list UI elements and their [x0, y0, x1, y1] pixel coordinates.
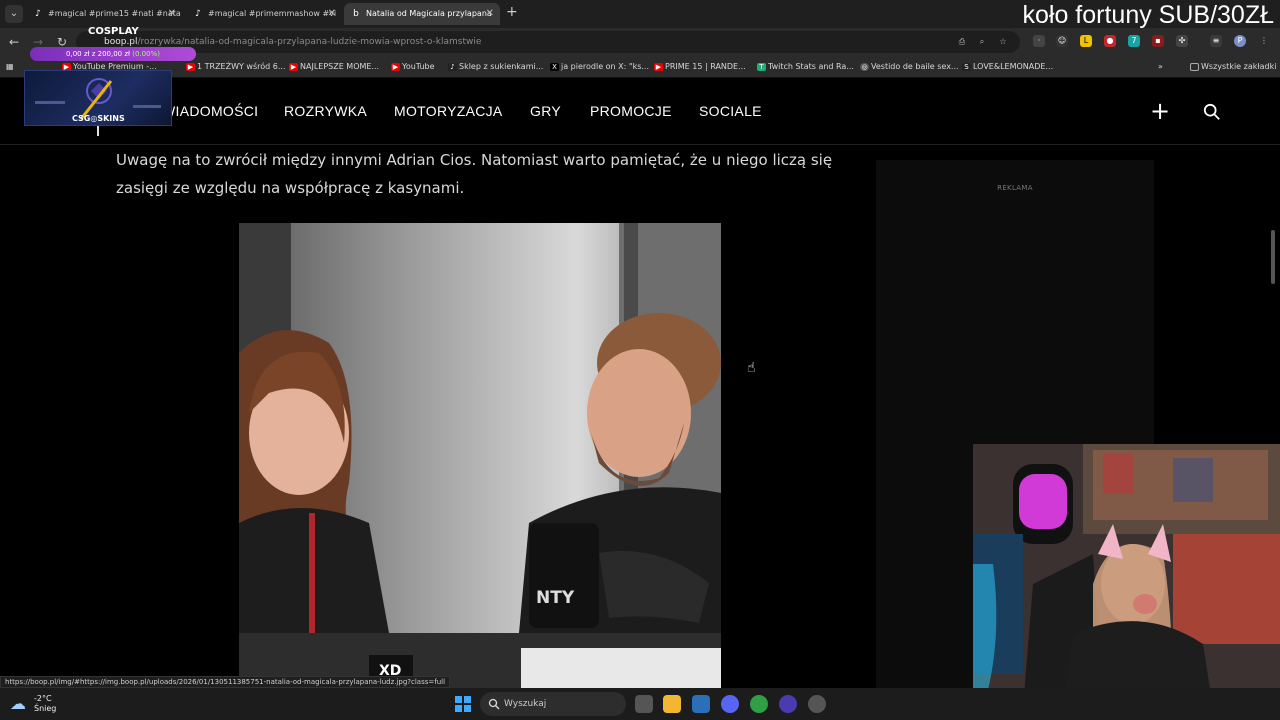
windows-taskbar: ☁ -2°C Śnieg Wyszukaj	[0, 688, 1280, 720]
bookmark-item[interactable]: ▶ 1 TRZEŹWY wśród 6...	[186, 56, 286, 78]
search-icon	[488, 698, 500, 710]
bookmark-item[interactable]: ▶ NAJLEPSZE MOME...	[289, 56, 379, 78]
back-arrow-icon[interactable]: ←	[6, 34, 22, 50]
wheel-of-fortune-overlay: koło fortuny SUB/30ZŁ	[1022, 1, 1274, 29]
extensions-puzzle-icon[interactable]: ✣	[1176, 35, 1188, 47]
nav-promocje[interactable]: PROMOCJE	[590, 103, 672, 119]
more-bookmarks-chevron-icon[interactable]: »	[1158, 56, 1163, 78]
menu-icon[interactable]: ⋮	[1258, 35, 1270, 47]
nav-wiadomosci[interactable]: WIADOMOŚCI	[162, 103, 258, 119]
file-explorer-icon[interactable]	[663, 695, 681, 713]
bookmark-star-icon[interactable]: ☆	[997, 36, 1009, 48]
bookmark-item[interactable]: T Twitch Stats and Ra...	[757, 56, 854, 78]
discord-icon[interactable]	[721, 695, 739, 713]
store-icon[interactable]	[692, 695, 710, 713]
tiktok-icon: ♪	[35, 9, 41, 19]
site-icon: S	[962, 63, 971, 71]
taskbar-search[interactable]: Wyszukaj	[480, 692, 626, 716]
install-icon[interactable]: ⎙	[956, 36, 968, 48]
nav-gry[interactable]: GRY	[530, 103, 561, 119]
folder-icon	[1190, 63, 1199, 71]
screen: ⌄ ♪ #magical #prime15 #nati #nata ✕ ♪ #m…	[0, 0, 1280, 720]
goal-progress-bar: 0,00 zł z 200,00 zł (0.00%)	[30, 47, 196, 61]
x-icon: X	[550, 63, 559, 71]
profile-avatar[interactable]: P	[1234, 35, 1246, 47]
app-icon[interactable]	[779, 695, 797, 713]
text-cursor	[97, 126, 99, 136]
tab-title: #magical #primemmashow #vi	[208, 9, 337, 18]
extension-icon[interactable]: ☺	[1056, 35, 1068, 47]
media-control-icon[interactable]: ≡	[1210, 35, 1222, 47]
goal-percent: (0.00%)	[132, 50, 160, 58]
new-tab-button[interactable]: +	[506, 4, 518, 20]
address-bar[interactable]: boop.pl/rozrywka/natalia-od-magicala-prz…	[76, 31, 1020, 53]
ad-label: REKLAMA	[997, 184, 1033, 192]
sponsor-label: CSG◎SKINS	[72, 114, 125, 123]
bookmark-item[interactable]: ▶ PRIME 15 | RANDE...	[654, 56, 746, 78]
tab-search-button[interactable]: ⌄	[5, 5, 23, 23]
extension-icon[interactable]: 7	[1128, 35, 1140, 47]
snow-cloud-icon: ☁	[10, 694, 26, 713]
apps-icon[interactable]: ▦	[6, 56, 14, 78]
plus-icon[interactable]: +	[1150, 99, 1170, 123]
youtube-icon: ▶	[289, 63, 298, 71]
goal-amount: 0,00 zł z 200,00 zł	[66, 50, 131, 58]
youtube-icon: ▶	[186, 63, 195, 71]
article-image[interactable]: NTY XD	[239, 223, 721, 688]
all-bookmarks-folder[interactable]: Wszystkie zakładki	[1190, 56, 1276, 78]
taskbar-search-placeholder: Wyszukaj	[504, 699, 547, 709]
browser-tab-1[interactable]: ♪ #magical #prime15 #nati #nata ✕	[26, 3, 182, 25]
youtube-icon: ▶	[654, 63, 663, 71]
extension-icon[interactable]: ·	[1033, 35, 1045, 47]
browser-tab-active[interactable]: b Natalia od Magicala przylapana ✕	[344, 3, 500, 25]
extension-icon[interactable]: ●	[1104, 35, 1116, 47]
twitch-tracker-icon: T	[757, 63, 766, 71]
nav-sociale[interactable]: SOCIALE	[699, 103, 762, 119]
mic-flag-text: NTY	[536, 588, 575, 608]
site-navigation: WIADOMOŚCI ROZRYWKA MOTORYZACJA GRY PROM…	[0, 79, 1280, 145]
donation-goal-widget: COSPLAY	[24, 26, 172, 126]
bookmark-item[interactable]: Xja pierodle on X: "ks...	[550, 56, 649, 78]
bookmark-item[interactable]: ♪ Sklep z sukienkami...	[448, 56, 543, 78]
windows-start-icon[interactable]	[454, 695, 472, 713]
search-icon[interactable]	[1203, 103, 1221, 121]
nav-motoryzacja[interactable]: MOTORYZACJA	[394, 103, 503, 119]
article-photo-illustration: NTY XD	[239, 223, 721, 688]
url-path: /rozrywka/natalia-od-magicala-przylapana…	[137, 37, 482, 47]
tiktok-icon: ♪	[448, 63, 457, 71]
bookmark-item[interactable]: S LOVE&LEMONADE...	[962, 56, 1053, 78]
weather-temp: -2°C	[34, 694, 52, 703]
weather-desc: Śnieg	[34, 704, 57, 713]
weather-widget[interactable]: ☁ -2°C Śnieg	[10, 692, 70, 716]
boop-icon: b	[353, 9, 359, 19]
globe-icon: ◎	[860, 63, 869, 71]
nav-rozrywka[interactable]: ROZRYWKA	[284, 103, 367, 119]
bookmark-item[interactable]: ▶ YouTube	[391, 56, 435, 78]
bookmark-item[interactable]: ◎ Vestido de baile sex...	[860, 56, 959, 78]
goal-title: COSPLAY	[88, 26, 139, 37]
chrome-icon[interactable]	[750, 695, 768, 713]
browser-tab-strip: ⌄ ♪ #magical #prime15 #nati #nata ✕ ♪ #m…	[0, 0, 1280, 29]
link-status-bar: https://boop.pl/img/#https://img.boop.pl…	[0, 676, 451, 688]
tab-close-icon[interactable]: ✕	[168, 3, 176, 25]
webcam-feed-illustration	[973, 444, 1280, 708]
zoom-icon[interactable]: ⌕	[976, 36, 988, 48]
webcam-overlay	[973, 444, 1280, 708]
page-scrollbar[interactable]	[1271, 230, 1275, 284]
extension-icon[interactable]: L	[1080, 35, 1092, 47]
tab-close-icon[interactable]: ✕	[328, 3, 336, 25]
tab-title: Natalia od Magicala przylapana	[366, 9, 492, 18]
obs-icon[interactable]	[808, 695, 826, 713]
extension-icon[interactable]: ▪	[1152, 35, 1164, 47]
tab-title: #magical #prime15 #nati #nata	[48, 9, 181, 18]
tab-close-icon[interactable]: ✕	[486, 3, 494, 25]
youtube-icon: ▶	[391, 63, 400, 71]
browser-tab-2[interactable]: ♪ #magical #primemmashow #vi ✕	[186, 3, 342, 25]
hand-cursor-icon: ☝	[747, 360, 756, 376]
task-view-icon[interactable]	[635, 695, 653, 713]
tiktok-icon: ♪	[195, 9, 201, 19]
article-paragraph: Uwagę na to zwrócił między innymi Adrian…	[116, 151, 833, 197]
